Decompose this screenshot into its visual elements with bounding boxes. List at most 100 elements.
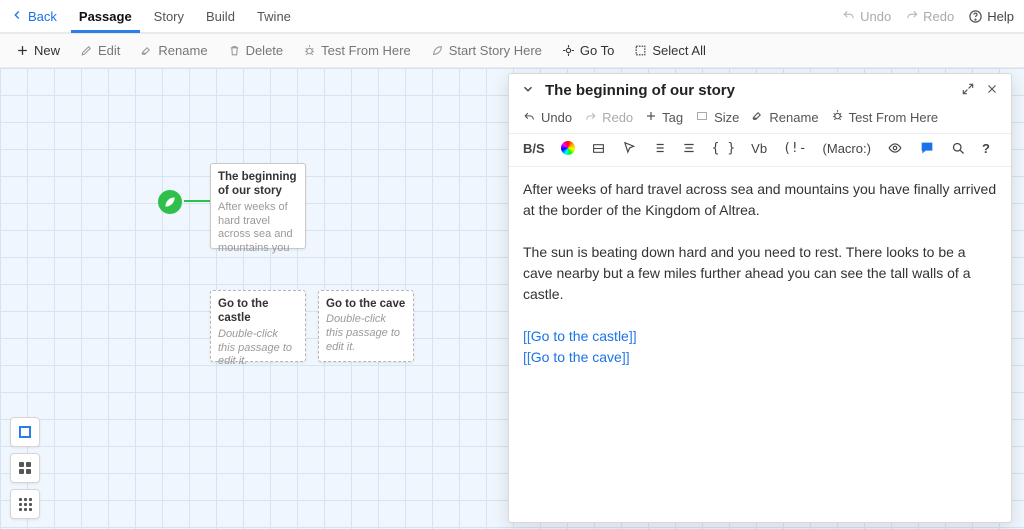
editor-tag-button[interactable]: Tag: [645, 110, 683, 125]
zoom-small-button[interactable]: [10, 489, 40, 519]
top-tabs: Passage Story Build Twine: [71, 2, 299, 31]
node-title: The beginning of our story: [218, 170, 298, 199]
node-body: Double-click this passage to edit it.: [326, 313, 406, 354]
select-icon: [634, 44, 647, 57]
new-label: New: [34, 43, 60, 58]
tag-label: Tag: [662, 110, 683, 125]
node-title: Go to the cave: [326, 297, 406, 311]
arrow-left-icon: [10, 8, 24, 25]
border-icon: [591, 142, 606, 155]
tab-story[interactable]: Story: [146, 2, 192, 31]
fmt-paren-bang[interactable]: (!-: [783, 141, 806, 156]
redo-label: Redo: [602, 110, 633, 125]
tab-twine[interactable]: Twine: [249, 2, 299, 31]
fmt-eye[interactable]: [887, 141, 903, 155]
zoom-medium-button[interactable]: [10, 453, 40, 483]
node-body: Double-click this passage to edit it.: [218, 328, 298, 369]
editor-rename-button[interactable]: Rename: [751, 109, 818, 125]
global-redo-button[interactable]: Redo: [905, 9, 954, 24]
eye-icon: [887, 141, 903, 155]
undo-icon: [523, 111, 536, 124]
test-from-here-button[interactable]: Test From Here: [297, 38, 417, 63]
edit-label: Edit: [98, 43, 120, 58]
start-story-here-button[interactable]: Start Story Here: [425, 38, 548, 63]
zoom-large-button[interactable]: [10, 417, 40, 447]
back-button[interactable]: Back: [10, 8, 57, 25]
select-all-label: Select All: [652, 43, 705, 58]
cursor-icon: [622, 141, 636, 155]
editor-test-button[interactable]: Test From Here: [831, 109, 939, 125]
fmt-rclick[interactable]: [622, 141, 636, 155]
editor-textarea[interactable]: After weeks of hard travel across sea an…: [509, 167, 1011, 522]
goto-label: Go To: [580, 43, 614, 58]
rename-icon: [140, 44, 153, 57]
fmt-search[interactable]: [951, 141, 966, 156]
size-label: Size: [714, 110, 739, 125]
fmt-bold-strike[interactable]: B/S: [523, 141, 545, 156]
link-line-2: [[Go to the cave]]: [523, 347, 997, 368]
editor-actions-toolbar: Undo Redo Tag Size Rename: [509, 105, 1011, 134]
fmt-list[interactable]: [652, 141, 666, 155]
delete-button[interactable]: Delete: [222, 38, 290, 63]
fmt-comment[interactable]: [919, 140, 935, 156]
passage-node-castle[interactable]: Go to the castle Double-click this passa…: [210, 290, 306, 362]
editor-undo-button[interactable]: Undo: [523, 110, 572, 125]
target-icon: [562, 44, 575, 57]
top-tab-bar: Back Passage Story Build Twine Undo Redo…: [0, 0, 1024, 34]
undo-label: Undo: [541, 110, 572, 125]
trash-icon: [228, 44, 241, 57]
passage-node-cave[interactable]: Go to the cave Double-click this passage…: [318, 290, 414, 362]
new-button[interactable]: New: [10, 38, 66, 63]
test-label: Test From Here: [321, 43, 411, 58]
edit-button[interactable]: Edit: [74, 38, 126, 63]
fmt-align[interactable]: [682, 141, 696, 155]
chevron-down-icon: [521, 82, 535, 96]
tab-build[interactable]: Build: [198, 2, 243, 31]
rename-label: Rename: [769, 110, 818, 125]
passage-node-start[interactable]: The beginning of our story After weeks o…: [210, 163, 306, 249]
delete-label: Delete: [246, 43, 284, 58]
redo-icon: [584, 111, 597, 124]
editor-title: The beginning of our story: [545, 82, 735, 99]
passage-editor-panel: The beginning of our story Undo Redo: [508, 73, 1012, 523]
node-title: Go to the castle: [218, 297, 298, 326]
rename-label: Rename: [158, 43, 207, 58]
fmt-macro[interactable]: (Macro:): [823, 141, 871, 156]
fmt-help[interactable]: ?: [982, 141, 990, 156]
select-all-button[interactable]: Select All: [628, 38, 711, 63]
help-button[interactable]: Help: [968, 9, 1014, 24]
start-marker[interactable]: [158, 190, 182, 214]
test-label: Test From Here: [849, 110, 939, 125]
help-icon: [968, 9, 983, 24]
fmt-borders[interactable]: [591, 142, 606, 155]
fmt-braces[interactable]: { }: [712, 141, 735, 156]
paragraph-1: After weeks of hard travel across sea an…: [523, 179, 997, 221]
close-button[interactable]: [985, 82, 999, 99]
close-icon: [985, 82, 999, 96]
grid9-icon: [19, 498, 32, 511]
rename-button[interactable]: Rename: [134, 38, 213, 63]
redo-label: Redo: [923, 9, 954, 24]
zoom-palette: [10, 417, 40, 519]
go-to-button[interactable]: Go To: [556, 38, 620, 63]
expand-button[interactable]: [961, 82, 975, 99]
expand-icon: [961, 82, 975, 96]
global-undo-button[interactable]: Undo: [842, 9, 891, 24]
tab-passage[interactable]: Passage: [71, 2, 140, 33]
fmt-vb[interactable]: Vb: [751, 141, 767, 156]
editor-size-button[interactable]: Size: [695, 110, 739, 125]
fmt-color[interactable]: [561, 141, 575, 155]
size-icon: [695, 110, 709, 125]
plus-icon: [16, 44, 29, 57]
start-label: Start Story Here: [449, 43, 542, 58]
format-toolbar: B/S { } Vb (!- (Macro:) ?: [509, 134, 1011, 167]
align-icon: [682, 141, 696, 155]
story-canvas[interactable]: The beginning of our story After weeks o…: [0, 68, 1024, 529]
editor-redo-button[interactable]: Redo: [584, 110, 633, 125]
back-label: Back: [28, 9, 57, 24]
search-icon: [951, 141, 966, 156]
help-label: Help: [987, 9, 1014, 24]
rainbow-icon: [561, 141, 575, 155]
collapse-button[interactable]: [521, 82, 535, 99]
square-icon: [19, 426, 31, 438]
